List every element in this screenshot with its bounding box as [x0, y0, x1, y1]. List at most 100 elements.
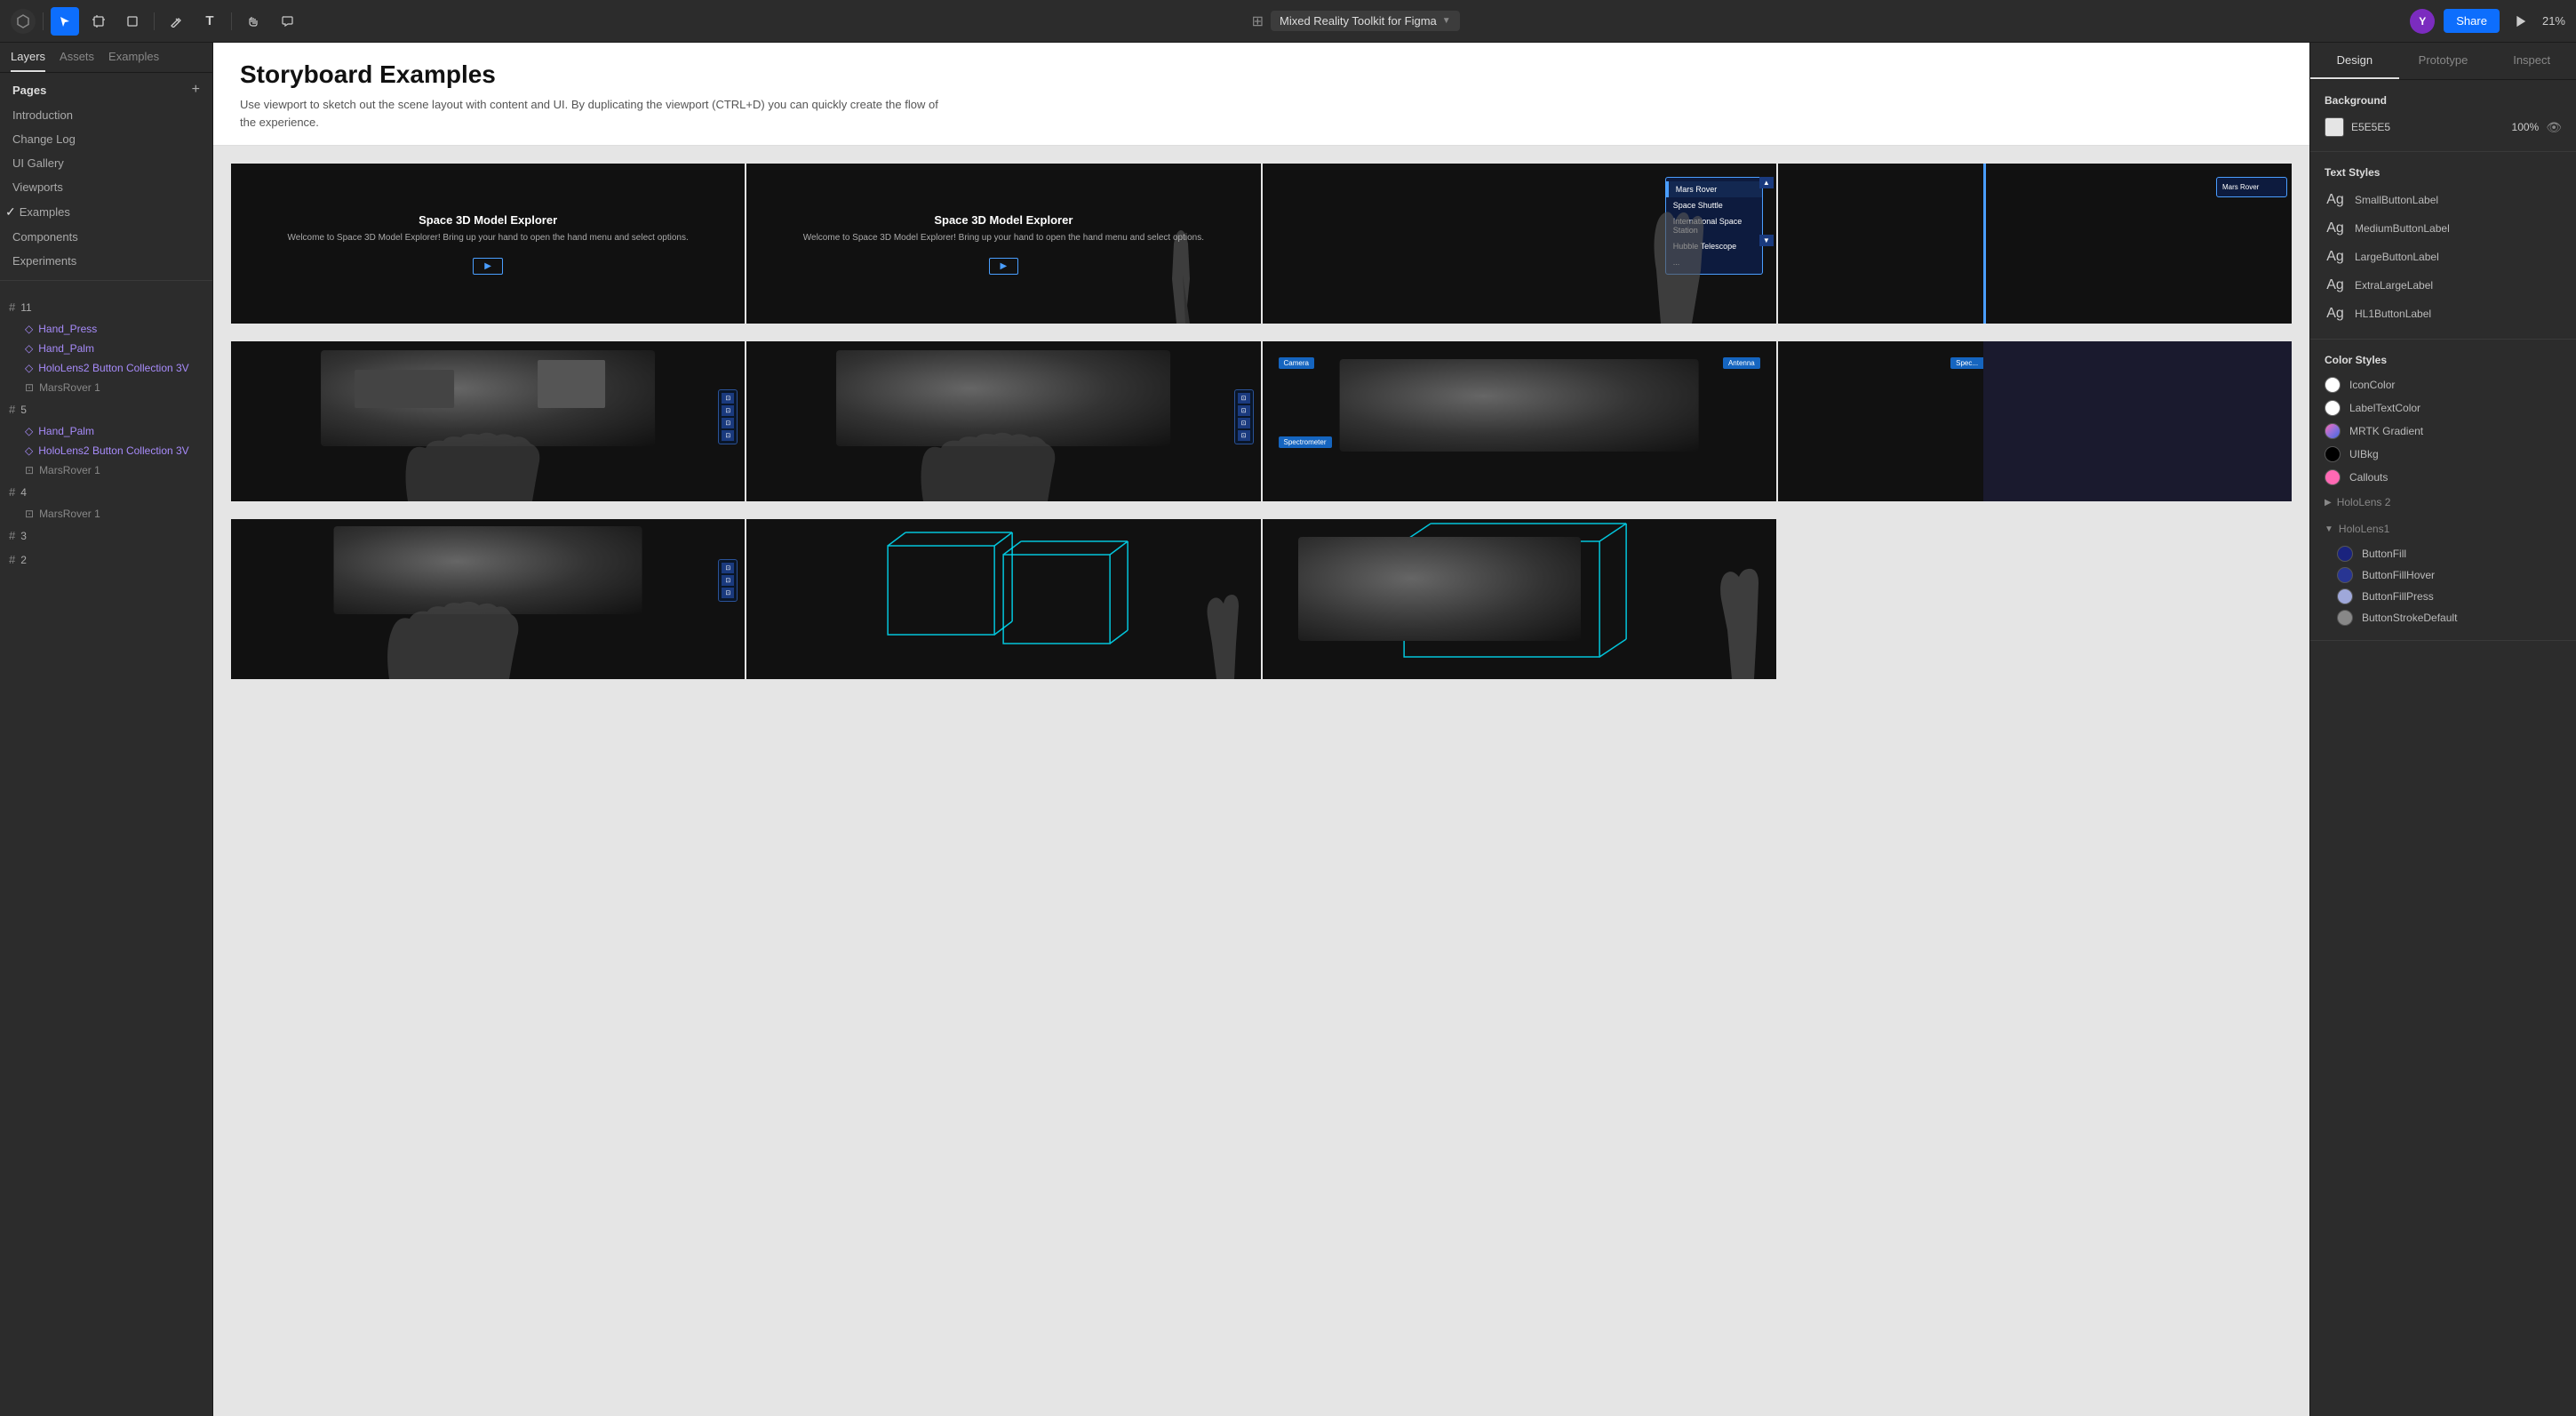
- page-item-components[interactable]: Components: [0, 225, 212, 249]
- layer-marsrover-1a[interactable]: ⊡ MarsRover 1: [0, 378, 212, 397]
- background-color-swatch[interactable]: [2325, 117, 2344, 137]
- background-opacity[interactable]: 100%: [2503, 121, 2539, 133]
- cs-swatch-callouts: [2325, 469, 2341, 485]
- document-title-bar[interactable]: Mixed Reality Toolkit for Figma ▼: [1271, 11, 1460, 31]
- frame1-btn: ▶: [989, 258, 1019, 275]
- frame-2: Mars Rover Space Shuttle International S…: [1263, 164, 1776, 324]
- toolbar: T ⊞ Mixed Reality Toolkit for Figma ▼ Y …: [0, 0, 2576, 43]
- color-styles-list: IconColor LabelTextColor MRTK Gradient U…: [2325, 377, 2562, 626]
- text-style-hl1-btn[interactable]: Ag HL1ButtonLabel: [2325, 303, 2562, 324]
- storyboard-cell-3[interactable]: 3 Mars Rover: [1778, 164, 2292, 324]
- pages-label: Pages: [12, 84, 46, 97]
- layer-group-2[interactable]: # 2: [0, 548, 212, 572]
- storyboard-cell-11[interactable]: 11 ⊡ ⊡ ⊡: [231, 519, 745, 679]
- layer-group-4[interactable]: # 4: [0, 480, 212, 504]
- group-hololens2[interactable]: ▶ HoloLens 2: [2325, 496, 2562, 508]
- color-styles-label: Color Styles: [2325, 354, 2562, 366]
- page-item-changelog[interactable]: Change Log: [0, 127, 212, 151]
- cs-name-icon-color: IconColor: [2349, 379, 2395, 391]
- text-style-large-btn[interactable]: Ag LargeButtonLabel: [2325, 246, 2562, 268]
- cs-swatch-uibkg: [2325, 446, 2341, 462]
- background-row: E5E5E5 100% 👁: [2325, 117, 2562, 137]
- page-item-experiments[interactable]: Experiments: [0, 249, 212, 273]
- tab-design[interactable]: Design: [2310, 43, 2399, 79]
- cs-mrtk-gradient[interactable]: MRTK Gradient: [2325, 423, 2562, 439]
- cs-label-text-color[interactable]: LabelTextColor: [2325, 400, 2562, 416]
- storyboard-cell-1[interactable]: 1 Space 3D Model Explorer Welcome to Spa…: [746, 164, 1260, 324]
- cs-swatch-btn-fill: [2337, 546, 2353, 562]
- main-content: Storyboard Examples Use viewport to sket…: [213, 43, 2309, 1416]
- cs-name-uibkg: UIBkg: [2349, 448, 2379, 460]
- text-tool[interactable]: T: [195, 7, 224, 36]
- storyboard-cell-12[interactable]: 12: [746, 519, 1260, 679]
- cs-button-fill[interactable]: ButtonFill: [2337, 546, 2562, 562]
- text-style-name-3: ExtraLargeLabel: [2355, 279, 2433, 292]
- cs-icon-color[interactable]: IconColor: [2325, 377, 2562, 393]
- frame-tool[interactable]: [84, 7, 113, 36]
- layer-holens2-btn-col-2[interactable]: ◇ HoloLens2 Button Collection 3V: [0, 441, 212, 460]
- tab-layers[interactable]: Layers: [11, 50, 45, 72]
- text-style-small-btn[interactable]: Ag SmallButtonLabel: [2325, 189, 2562, 211]
- hand-tool[interactable]: [239, 7, 267, 36]
- user-avatar[interactable]: Y: [2410, 9, 2435, 34]
- page-item-viewports[interactable]: Viewports: [0, 175, 212, 199]
- comment-tool[interactable]: [273, 7, 301, 36]
- cs-button-fill-press[interactable]: ButtonFillPress: [2337, 588, 2562, 604]
- rover-body-7: [1339, 359, 1699, 452]
- layer-group-11[interactable]: # 11: [0, 295, 212, 319]
- tab-examples[interactable]: Examples: [108, 50, 159, 72]
- storyboard-row-2: 5 ⊡ ⊡ ⊡ ⊡: [231, 341, 2292, 501]
- present-button[interactable]: [2508, 9, 2533, 34]
- tab-inspect[interactable]: Inspect: [2487, 43, 2576, 79]
- layer-hand-press[interactable]: ◇ Hand_Press: [0, 319, 212, 339]
- storyboard-cell-7[interactable]: 7 Camera Antenna Spectrometer: [1263, 341, 1776, 501]
- cs-button-stroke-default[interactable]: ButtonStrokeDefault: [2337, 610, 2562, 626]
- storyboard-cell-0[interactable]: 0 Space 3D Model Explorer Welcome to Spa…: [231, 164, 745, 324]
- layer-hand-palm-2[interactable]: ◇ Hand_Palm: [0, 421, 212, 441]
- cs-callouts[interactable]: Callouts: [2325, 469, 2562, 485]
- page-item-examples[interactable]: ✓ Examples: [0, 199, 212, 225]
- cs-uibkg[interactable]: UIBkg: [2325, 446, 2562, 462]
- add-page-button[interactable]: +: [192, 82, 200, 98]
- hand-svg-12: [1181, 590, 1252, 679]
- background-hex[interactable]: E5E5E5: [2351, 121, 2496, 133]
- storyboard-cell-6[interactable]: 6 ⊡ ⊡ ⊡ ⊡: [746, 341, 1260, 501]
- shape-tool[interactable]: [118, 7, 147, 36]
- page-item-introduction[interactable]: Introduction: [0, 103, 212, 127]
- group-hololens1[interactable]: ▼ HoloLens1: [2325, 523, 2562, 535]
- page-item-uigallery[interactable]: UI Gallery: [0, 151, 212, 175]
- storyboard-cell-8[interactable]: 8 Spec...: [1778, 341, 2292, 501]
- layer-hand-palm-1[interactable]: ◇ Hand_Palm: [0, 339, 212, 358]
- text-style-name-2: LargeButtonLabel: [2355, 251, 2439, 263]
- layer-marsrover-1c[interactable]: ⊡ MarsRover 1: [0, 504, 212, 524]
- layer-group-5[interactable]: # 5: [0, 397, 212, 421]
- side-panel-11: ⊡ ⊡ ⊡: [718, 559, 738, 602]
- pen-tool[interactable]: [162, 7, 190, 36]
- move-tool[interactable]: [51, 7, 79, 36]
- visibility-toggle[interactable]: 👁: [2546, 120, 2562, 135]
- right-panel-tabs: Design Prototype Inspect: [2310, 43, 2576, 80]
- cs-button-fill-hover[interactable]: ButtonFillHover: [2337, 567, 2562, 583]
- frame1-desc: Welcome to Space 3D Model Explorer! Brin…: [803, 232, 1204, 244]
- side-panel-5: ⊡ ⊡ ⊡ ⊡: [718, 389, 738, 444]
- app-logo[interactable]: [11, 9, 36, 34]
- storyboard-cell-2[interactable]: 2 Mars Rover Space Shuttle International…: [1263, 164, 1776, 324]
- tab-assets[interactable]: Assets: [60, 50, 94, 72]
- frame-13: [1263, 519, 1776, 679]
- share-button[interactable]: Share: [2444, 9, 2500, 33]
- pages-header: Pages +: [0, 73, 212, 103]
- color-styles-section: Color Styles IconColor LabelTextColor MR…: [2310, 340, 2576, 641]
- group-arrow-hololens1: ▼: [2325, 524, 2333, 534]
- canvas-area[interactable]: 0 Space 3D Model Explorer Welcome to Spa…: [213, 146, 2309, 1416]
- layer-group-3[interactable]: # 3: [0, 524, 212, 548]
- text-styles-label: Text Styles: [2325, 166, 2562, 179]
- text-style-extra-large[interactable]: Ag ExtraLargeLabel: [2325, 275, 2562, 296]
- storyboard-cell-5[interactable]: 5 ⊡ ⊡ ⊡ ⊡: [231, 341, 745, 501]
- frame1-title: Space 3D Model Explorer: [803, 213, 1204, 227]
- layer-holens2-btn-col-1[interactable]: ◇ HoloLens2 Button Collection 3V: [0, 358, 212, 378]
- tab-prototype[interactable]: Prototype: [2399, 43, 2488, 79]
- text-style-medium-btn[interactable]: Ag MediumButtonLabel: [2325, 218, 2562, 239]
- active-page-indicator: ✓: [5, 204, 16, 220]
- storyboard-cell-13[interactable]: 13: [1263, 519, 1776, 679]
- layer-marsrover-1b[interactable]: ⊡ MarsRover 1: [0, 460, 212, 480]
